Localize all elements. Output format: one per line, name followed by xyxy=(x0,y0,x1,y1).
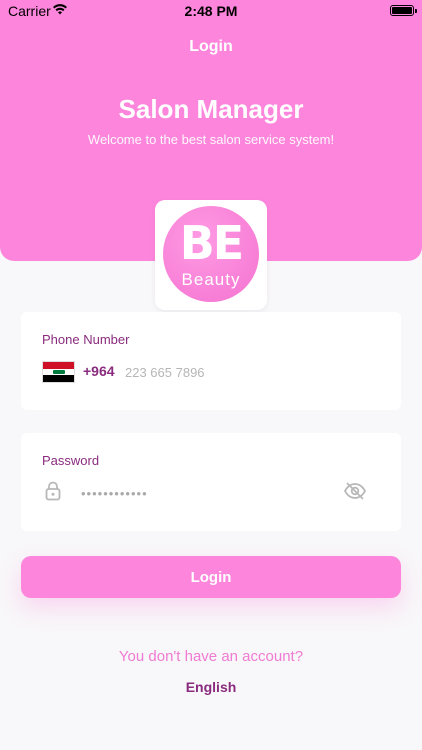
phone-label: Phone Number xyxy=(42,332,130,347)
phone-input[interactable] xyxy=(125,361,375,383)
country-code[interactable]: +964 xyxy=(83,363,115,379)
nav-title: Login xyxy=(189,38,233,55)
app-subtitle: Welcome to the best salon service system… xyxy=(87,132,335,147)
battery-icon xyxy=(390,5,417,16)
lock-icon xyxy=(45,481,61,501)
password-input[interactable] xyxy=(81,482,341,504)
iraq-flag-icon[interactable] xyxy=(42,361,75,383)
logo-wordmark: Beauty xyxy=(181,270,241,289)
clock: 2:48 PM xyxy=(184,3,238,19)
password-label: Password xyxy=(42,453,100,468)
login-button[interactable]: Login xyxy=(21,556,401,598)
language-toggle[interactable]: English xyxy=(0,679,422,695)
signup-link[interactable]: You don't have an account? xyxy=(0,648,422,665)
phone-card: Phone Number +964 xyxy=(21,312,401,410)
password-card: Password xyxy=(21,433,401,531)
brand-logo: BE Beauty xyxy=(163,206,259,302)
logo-card: BE Beauty xyxy=(155,200,267,310)
status-bar: Carrier 2:48 PM xyxy=(0,0,422,22)
eye-slash-icon[interactable] xyxy=(343,481,367,501)
logo-mark: BE xyxy=(179,216,244,270)
app-title: Salon Manager xyxy=(118,94,304,124)
